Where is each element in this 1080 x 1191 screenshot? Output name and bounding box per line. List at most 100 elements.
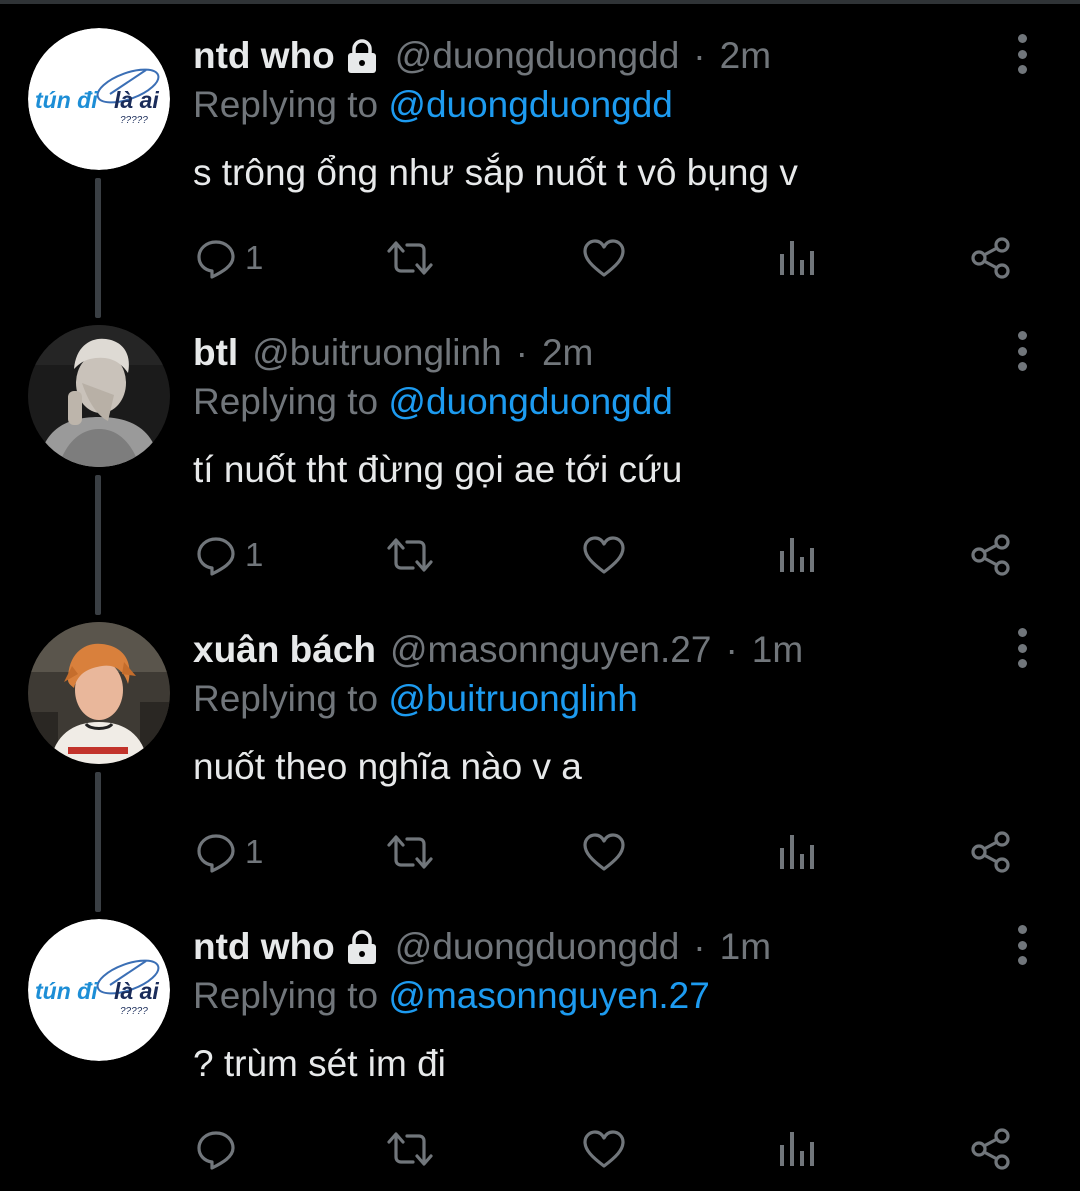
display-name[interactable]: ntd who: [193, 926, 335, 968]
views-button[interactable]: [778, 236, 816, 280]
separator-dot: ·: [515, 332, 528, 373]
avatar[interactable]: [28, 325, 170, 467]
replying-to: Replying to @duongduongdd: [193, 381, 673, 423]
username[interactable]: @duongduongdd: [395, 35, 680, 77]
share-icon: [969, 1127, 1013, 1171]
avatar[interactable]: [28, 622, 170, 764]
tweet-actions: [0, 1127, 1080, 1171]
share-button[interactable]: [969, 830, 1013, 874]
more-vertical-icon[interactable]: [1010, 34, 1034, 74]
separator-dot: ·: [693, 926, 706, 967]
share-button[interactable]: [969, 533, 1013, 577]
reply-count: 1: [245, 833, 264, 870]
share-icon: [969, 533, 1013, 577]
tweet[interactable]: tún đi là ai ????? ntd who @duongduongdd…: [0, 891, 1080, 1188]
logo-text-main: tún đi: [35, 978, 98, 1004]
share-button[interactable]: [969, 1127, 1013, 1171]
replying-to: Replying to @masonnguyen.27: [193, 975, 710, 1017]
username[interactable]: @masonnguyen.27: [390, 629, 711, 671]
views-bar-chart-icon: [778, 831, 816, 873]
comment-bubble-icon: [195, 534, 237, 576]
username[interactable]: @duongduongdd: [395, 926, 680, 968]
heart-icon: [582, 1128, 626, 1170]
replying-prefix: Replying to: [193, 381, 379, 422]
tweet-text: tí nuốt tht đừng gọi ae tới cứu: [193, 449, 683, 490]
tweet-header: xuân bách @masonnguyen.27 · 1m: [193, 624, 803, 676]
views-bar-chart-icon: [778, 534, 816, 576]
reply-button[interactable]: [195, 1127, 237, 1171]
logo-text-accent: là ai: [114, 87, 159, 113]
views-button[interactable]: [778, 533, 816, 577]
username[interactable]: @buitruonglinh: [252, 332, 501, 374]
like-button[interactable]: [582, 830, 626, 874]
tweet-header: ntd who @duongduongdd · 2m: [193, 30, 771, 82]
display-name[interactable]: xuân bách: [193, 629, 376, 671]
display-name[interactable]: ntd who: [193, 35, 335, 77]
lock-icon: [343, 37, 381, 75]
logo-text-main: tún đi: [35, 87, 98, 113]
retweet-icon: [385, 831, 435, 873]
timestamp[interactable]: 2m: [542, 332, 593, 374]
reply-button[interactable]: 1: [195, 830, 263, 874]
views-bar-chart-icon: [778, 1128, 816, 1170]
retweet-button[interactable]: [385, 1127, 435, 1171]
tweet-actions: 1: [0, 533, 1080, 577]
reply-button[interactable]: 1: [195, 236, 263, 280]
replying-prefix: Replying to: [193, 975, 379, 1016]
comment-bubble-icon: [195, 831, 237, 873]
retweet-icon: [385, 534, 435, 576]
replying-prefix: Replying to: [193, 84, 379, 125]
replying-to-handle[interactable]: @duongduongdd: [388, 381, 673, 422]
tweet-actions: 1: [0, 236, 1080, 280]
more-vertical-icon[interactable]: [1010, 925, 1034, 965]
logo-text-small: ?????: [120, 1006, 148, 1017]
replying-to-handle[interactable]: @buitruonglinh: [388, 678, 637, 719]
tweet[interactable]: tún đi là ai ????? ntd who @duongduongdd…: [0, 0, 1080, 297]
tweet-header: ntd who @duongduongdd · 1m: [193, 921, 771, 973]
timestamp[interactable]: 1m: [720, 926, 771, 968]
separator-dot: ·: [693, 35, 706, 76]
tweet-text: nuốt theo nghĩa nào v a: [193, 746, 582, 787]
share-button[interactable]: [969, 236, 1013, 280]
like-button[interactable]: [582, 1127, 626, 1171]
replying-to: Replying to @duongduongdd: [193, 84, 673, 126]
lock-icon: [343, 928, 381, 966]
logo-text-small: ?????: [120, 115, 148, 126]
share-icon: [969, 830, 1013, 874]
like-button[interactable]: [582, 533, 626, 577]
avatar[interactable]: tún đi là ai ?????: [28, 28, 170, 170]
like-button[interactable]: [582, 236, 626, 280]
heart-icon: [582, 237, 626, 279]
tweet[interactable]: xuân bách @masonnguyen.27 · 1m Replying …: [0, 594, 1080, 891]
more-vertical-icon[interactable]: [1010, 628, 1034, 668]
heart-icon: [582, 831, 626, 873]
replying-to: Replying to @buitruonglinh: [193, 678, 638, 720]
reply-count: 1: [245, 239, 264, 276]
timestamp[interactable]: 2m: [720, 35, 771, 77]
avatar[interactable]: tún đi là ai ?????: [28, 919, 170, 1061]
comment-bubble-icon: [195, 1128, 237, 1170]
heart-icon: [582, 534, 626, 576]
reply-count: 1: [245, 536, 264, 573]
tweet-text: s trông ổng như sắp nuốt t vô bụng v: [193, 152, 798, 193]
views-button[interactable]: [778, 830, 816, 874]
retweet-button[interactable]: [385, 830, 435, 874]
replying-to-handle[interactable]: @duongduongdd: [388, 84, 673, 125]
separator-dot: ·: [725, 629, 738, 670]
timestamp[interactable]: 1m: [752, 629, 803, 671]
logo-text-accent: là ai: [114, 978, 159, 1004]
share-icon: [969, 236, 1013, 280]
comment-bubble-icon: [195, 237, 237, 279]
tweet[interactable]: btl @buitruonglinh · 2m Replying to @duo…: [0, 297, 1080, 594]
views-button[interactable]: [778, 1127, 816, 1171]
views-bar-chart-icon: [778, 237, 816, 279]
more-vertical-icon[interactable]: [1010, 331, 1034, 371]
tweet-text: ? trùm sét im đi: [193, 1043, 446, 1084]
display-name[interactable]: btl: [193, 332, 238, 374]
retweet-button[interactable]: [385, 236, 435, 280]
retweet-icon: [385, 1128, 435, 1170]
reply-button[interactable]: 1: [195, 533, 263, 577]
replying-prefix: Replying to: [193, 678, 379, 719]
replying-to-handle[interactable]: @masonnguyen.27: [388, 975, 709, 1016]
retweet-button[interactable]: [385, 533, 435, 577]
